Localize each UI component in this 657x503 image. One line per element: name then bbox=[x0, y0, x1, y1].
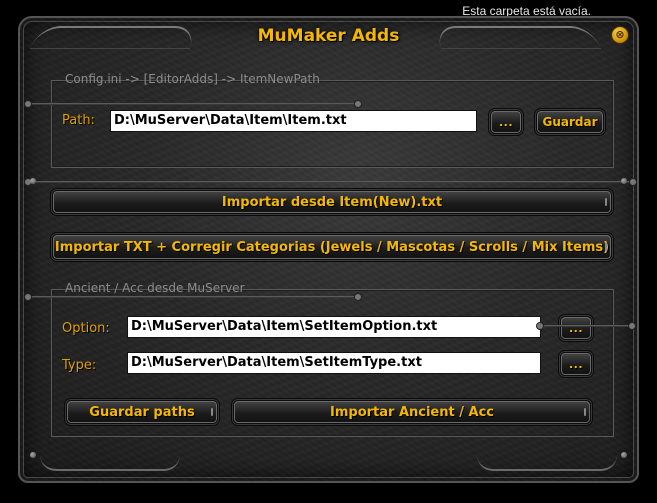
bottom-ornament-left bbox=[40, 455, 180, 471]
rivet-decoration bbox=[30, 452, 36, 458]
config-group-legend: Config.ini -> [EditorAdds] -> ItemNewPat… bbox=[65, 72, 320, 86]
option-row-divider bbox=[536, 322, 636, 330]
rivet-decoration bbox=[30, 178, 36, 184]
path-browse-button[interactable]: ... bbox=[490, 110, 522, 134]
option-label: Option: bbox=[62, 321, 110, 336]
type-path-input[interactable]: D:\MuServer\Data\Item\SetItemType.txt bbox=[127, 352, 541, 374]
bottom-ornament-right bbox=[477, 455, 617, 471]
section-divider-1 bbox=[24, 178, 637, 186]
option-browse-button[interactable]: ... bbox=[560, 316, 592, 340]
button-knob bbox=[584, 408, 586, 416]
title-bar[interactable]: MuMaker Adds ⊗ bbox=[20, 18, 637, 58]
button-knob bbox=[605, 198, 607, 206]
import-ancient-label: Importar Ancient / Acc bbox=[330, 404, 494, 420]
type-label: Type: bbox=[62, 358, 97, 373]
save-paths-button[interactable]: Guardar paths bbox=[66, 400, 218, 424]
type-browse-button[interactable]: ... bbox=[560, 352, 592, 376]
path-label: Path: bbox=[62, 113, 95, 128]
button-knob bbox=[211, 408, 213, 416]
button-knob bbox=[605, 243, 607, 251]
import-item-new-button[interactable]: Importar desde Item(New).txt bbox=[52, 190, 612, 214]
path-input[interactable]: D:\MuServer\Data\Item\Item.txt bbox=[110, 110, 477, 132]
mumaker-adds-window: MuMaker Adds ⊗ Config.ini -> [EditorAdds… bbox=[18, 16, 639, 483]
rivet-decoration bbox=[621, 452, 627, 458]
save-paths-label: Guardar paths bbox=[89, 404, 195, 420]
close-icon[interactable]: ⊗ bbox=[611, 26, 629, 44]
import-fix-categories-label: Importar TXT + Corregir Categorias (Jewe… bbox=[54, 239, 610, 255]
import-ancient-button[interactable]: Importar Ancient / Acc bbox=[233, 400, 591, 424]
window-title: MuMaker Adds bbox=[257, 26, 400, 46]
ancient-divider bbox=[24, 293, 362, 301]
import-fix-categories-button[interactable]: Importar TXT + Corregir Categorias (Jewe… bbox=[52, 234, 612, 260]
ancient-group-legend: Ancient / Acc desde MuServer bbox=[65, 281, 245, 295]
config-divider bbox=[24, 100, 362, 108]
save-button[interactable]: Guardar bbox=[536, 110, 604, 134]
option-path-input[interactable]: D:\MuServer\Data\Item\SetItemOption.txt bbox=[127, 316, 541, 338]
rivet-decoration bbox=[621, 178, 627, 184]
import-item-new-label: Importar desde Item(New).txt bbox=[221, 194, 443, 210]
